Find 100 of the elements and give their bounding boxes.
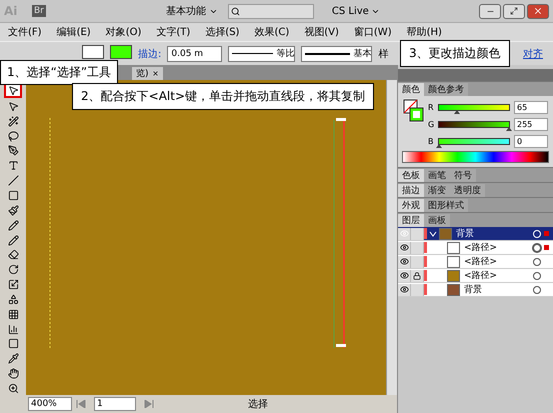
panel-tab[interactable]: 外观 xyxy=(398,199,424,212)
visibility-toggle[interactable] xyxy=(398,270,411,282)
layer-thumbnail xyxy=(447,242,460,254)
stroke-weight-field[interactable]: 0.05 m xyxy=(167,46,222,62)
callout-text: 3、更改描边颜色 xyxy=(400,40,510,67)
panel-tab[interactable]: 图层 xyxy=(398,214,424,227)
menu-item[interactable]: 文字(T) xyxy=(156,25,190,39)
style-label: 样 xyxy=(378,48,388,60)
maximize-button[interactable] xyxy=(503,4,525,18)
panel-tab[interactable]: 颜色 xyxy=(398,83,424,96)
menu-item[interactable]: 对象(O) xyxy=(106,25,142,39)
minimize-button[interactable] xyxy=(479,4,501,18)
channel-slider[interactable] xyxy=(438,138,510,145)
panel-tab[interactable]: 画板 xyxy=(424,214,450,227)
menu-item[interactable]: 文件(F) xyxy=(8,25,42,39)
close-icon xyxy=(533,6,543,16)
align-link[interactable]: 对齐 xyxy=(523,46,543,60)
panel-tab[interactable]: 透明度 xyxy=(450,184,485,197)
layer-row[interactable]: 背景 xyxy=(398,283,553,297)
visibility-toggle[interactable] xyxy=(398,256,411,268)
paintbrush-icon xyxy=(8,204,18,216)
profile-dropdown[interactable]: 等比 xyxy=(228,46,296,62)
channel-label: G xyxy=(428,120,434,129)
visibility-toggle[interactable] xyxy=(398,242,411,254)
rotate-icon xyxy=(8,264,18,276)
maximize-icon xyxy=(510,7,518,15)
layer-thumbnail xyxy=(447,256,460,268)
lock-toggle[interactable] xyxy=(411,284,424,296)
layer-row[interactable]: <路径> xyxy=(398,269,553,283)
eraser-icon xyxy=(8,249,18,260)
type-icon xyxy=(8,160,18,172)
layer-row[interactable]: 背景 xyxy=(398,227,553,241)
menu-item[interactable]: 选择(S) xyxy=(205,25,240,39)
layer-name: <路径> xyxy=(464,256,498,268)
layer-color-bar xyxy=(424,284,427,295)
channel-value-field[interactable]: 65 xyxy=(514,101,548,114)
target-icon[interactable] xyxy=(533,258,541,266)
target-icon[interactable] xyxy=(533,244,541,252)
fill-swatch[interactable] xyxy=(82,45,104,59)
shape-builder-icon xyxy=(8,294,18,305)
target-icon[interactable] xyxy=(533,286,541,294)
bridge-button[interactable]: Br xyxy=(32,5,46,17)
channel-label: B xyxy=(428,137,434,146)
channel-value-field[interactable]: 255 xyxy=(514,118,548,131)
mesh-icon xyxy=(8,308,18,320)
menu-item[interactable]: 窗口(W) xyxy=(354,25,392,39)
cs-live-button[interactable]: CS Live xyxy=(332,6,380,16)
lock-toggle[interactable] xyxy=(411,256,424,268)
close-icon xyxy=(152,70,159,77)
magic-wand-icon xyxy=(8,116,18,127)
menu-item[interactable]: 编辑(E) xyxy=(56,25,91,39)
workspace-switcher[interactable]: 基本功能 xyxy=(166,4,218,18)
stroke-label[interactable]: 描边: xyxy=(138,46,162,60)
layer-name: 背景 xyxy=(456,228,475,240)
menu-item[interactable]: 帮助(H) xyxy=(406,25,442,39)
callout-text: 1、选择“选择”工具 xyxy=(0,60,118,85)
panel-tab[interactable]: 渐变 xyxy=(424,184,450,197)
lock-toggle[interactable] xyxy=(411,242,424,254)
channel-slider[interactable] xyxy=(438,121,510,128)
visibility-toggle[interactable] xyxy=(398,284,411,296)
zoom-icon xyxy=(8,382,18,394)
layer-name: 背景 xyxy=(464,284,483,296)
scale-icon xyxy=(8,279,18,290)
artboard-field[interactable]: 1 xyxy=(94,397,136,411)
layer-color-bar xyxy=(424,270,427,281)
panel-tab[interactable]: 符号 xyxy=(450,169,476,182)
layer-name: <路径> xyxy=(464,270,498,282)
close-button[interactable] xyxy=(527,4,549,18)
vertical-scrollbar[interactable] xyxy=(386,80,397,395)
search-field[interactable] xyxy=(228,4,314,18)
eyedropper-icon xyxy=(8,353,18,364)
panel-tab[interactable]: 颜色参考 xyxy=(424,83,468,96)
lock-toggle[interactable] xyxy=(411,228,424,240)
panel-tab[interactable]: 图形样式 xyxy=(424,199,468,212)
lock-toggle[interactable] xyxy=(411,270,424,282)
stroke-swatch[interactable] xyxy=(110,45,132,59)
layer-name: <路径> xyxy=(464,242,498,254)
brush-dropdown[interactable]: 基本 xyxy=(301,46,372,62)
layer-row[interactable]: <路径> xyxy=(398,255,553,269)
search-icon xyxy=(230,6,240,16)
layer-row[interactable]: <路径> xyxy=(398,241,553,255)
hand-icon xyxy=(8,368,18,380)
target-icon[interactable] xyxy=(533,272,541,280)
zoom-field[interactable]: 400% xyxy=(28,397,72,411)
pencil-icon xyxy=(8,220,18,231)
document-tab[interactable]: 览) xyxy=(132,67,163,80)
menu-item[interactable]: 效果(C) xyxy=(254,25,290,39)
layer-thumbnail xyxy=(447,284,460,296)
channel-value-field[interactable]: 0 xyxy=(514,135,548,148)
panel-tab[interactable]: 色板 xyxy=(398,169,424,182)
fill-stroke-icon[interactable] xyxy=(403,99,425,123)
layer-thumbnail xyxy=(447,270,460,282)
color-spectrum[interactable] xyxy=(402,151,549,163)
slider-thumb[interactable] xyxy=(454,110,460,114)
pen-icon xyxy=(8,145,18,156)
visibility-toggle[interactable] xyxy=(398,228,411,240)
channel-slider[interactable] xyxy=(438,104,510,111)
panel-tab[interactable]: 描边 xyxy=(398,184,424,197)
panel-tab[interactable]: 画笔 xyxy=(424,169,450,182)
menu-item[interactable]: 视图(V) xyxy=(304,25,339,39)
